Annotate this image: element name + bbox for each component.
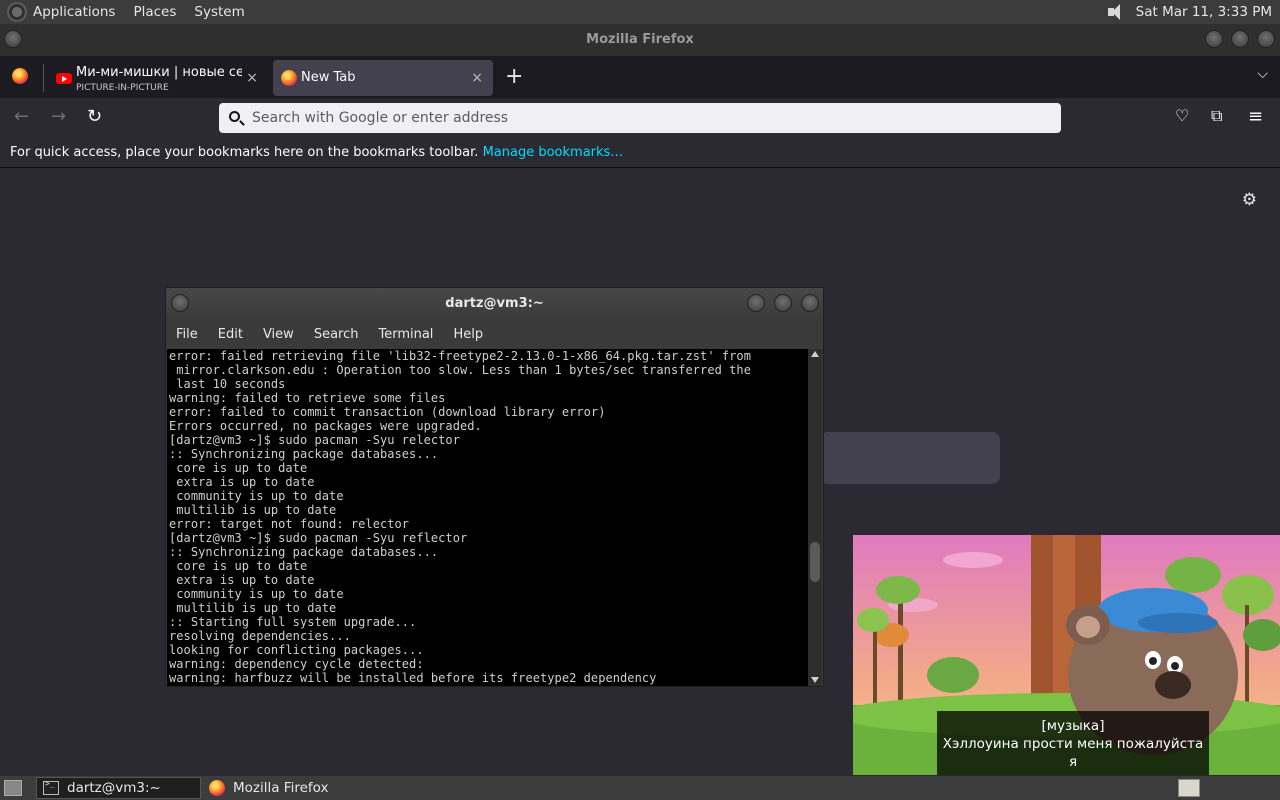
- terminal-line: error: failed to commit transaction (dow…: [169, 405, 606, 419]
- menu-search[interactable]: Search: [314, 327, 359, 342]
- terminal-line: [dartz@vm3 ~]$ sudo pacman -Syu relector: [169, 433, 460, 447]
- minimize-button[interactable]: [1205, 30, 1223, 48]
- terminal-titlebar[interactable]: dartz@vm3:~: [166, 288, 823, 320]
- top-sites-card[interactable]: [820, 432, 1000, 484]
- firefox-view-icon[interactable]: [12, 68, 28, 84]
- terminal-icon: [43, 779, 59, 795]
- new-tab-button[interactable]: +: [505, 64, 523, 89]
- terminal-menu-button[interactable]: [171, 294, 189, 312]
- maximize-button[interactable]: [1231, 30, 1249, 48]
- terminal-maximize-button[interactable]: [774, 294, 792, 312]
- firefox-icon: [281, 70, 297, 86]
- terminal-line: :: Synchronizing package databases...: [169, 545, 439, 559]
- window-title: Mozilla Firefox: [586, 32, 694, 47]
- terminal-window[interactable]: dartz@vm3:~ File Edit View Search Termin…: [165, 287, 824, 687]
- bottom-taskbar: dartz@vm3:~ Mozilla Firefox: [0, 776, 1280, 800]
- terminal-line: warning: failed to retrieve some files: [169, 391, 446, 405]
- video-captions: [музыка] Хэллоуина прости меня пожалуйст…: [937, 711, 1209, 775]
- back-button[interactable]: ←: [14, 106, 29, 127]
- terminal-line: community is up to date: [169, 587, 344, 601]
- extensions-icon[interactable]: ⧉: [1211, 106, 1222, 126]
- terminal-line: :: Starting full system upgrade...: [169, 615, 417, 629]
- scroll-down-icon[interactable]: [811, 677, 819, 683]
- terminal-title: dartz@vm3:~: [445, 296, 544, 311]
- terminal-line: extra is up to date: [169, 573, 315, 587]
- terminal-line: looking for conflicting packages...: [169, 643, 424, 657]
- terminal-line: :: Synchronizing package databases...: [169, 447, 439, 461]
- taskbar-item-label: Mozilla Firefox: [233, 780, 329, 796]
- tab-title: Ми-ми-мишки | новые серии: [76, 65, 242, 80]
- menu-view[interactable]: View: [263, 327, 294, 342]
- show-desktop-icon[interactable]: [4, 780, 22, 796]
- terminal-line: Errors occurred, no packages were upgrad…: [169, 419, 482, 433]
- top-panel: Applications Places System Sat Mar 11, 3…: [0, 0, 1280, 24]
- picture-in-picture-window[interactable]: [музыка] Хэллоуина прости меня пожалуйст…: [853, 535, 1280, 775]
- volume-icon[interactable]: [1106, 2, 1126, 22]
- bookmarks-hint: For quick access, place your bookmarks h…: [10, 145, 479, 160]
- reload-button[interactable]: ↻: [87, 106, 102, 127]
- address-placeholder: Search with Google or enter address: [252, 110, 509, 126]
- terminal-line: last 10 seconds: [169, 377, 286, 391]
- search-icon: [229, 111, 240, 122]
- tab-title: New Tab: [301, 70, 356, 85]
- caption-line: [музыка]: [1041, 718, 1105, 734]
- taskbar-item-firefox[interactable]: Mozilla Firefox: [203, 777, 335, 799]
- bookmarks-toolbar: For quick access, place your bookmarks h…: [0, 138, 1280, 168]
- taskbar-item-terminal[interactable]: dartz@vm3:~: [36, 777, 201, 799]
- terminal-line: warning: harfbuzz will be installed befo…: [169, 671, 657, 685]
- terminal-scrollbar[interactable]: [808, 349, 822, 686]
- system-menu[interactable]: System: [194, 4, 244, 20]
- terminal-output[interactable]: error: failed retrieving file 'lib32-fre…: [167, 349, 809, 686]
- terminal-line: warning: dependency cycle detected:: [169, 657, 424, 671]
- menu-file[interactable]: File: [176, 327, 198, 342]
- tab-new-tab[interactable]: New Tab ×: [273, 60, 493, 96]
- workspace-switcher-icon[interactable]: [1178, 779, 1200, 797]
- terminal-line: community is up to date: [169, 489, 344, 503]
- applications-menu[interactable]: Applications: [33, 4, 115, 20]
- terminal-line: extra is up to date: [169, 475, 315, 489]
- close-window-button[interactable]: [1257, 30, 1275, 48]
- menu-terminal[interactable]: Terminal: [378, 327, 433, 342]
- terminal-line: core is up to date: [169, 559, 308, 573]
- terminal-line: resolving dependencies...: [169, 629, 351, 643]
- menu-edit[interactable]: Edit: [218, 327, 243, 342]
- manage-bookmarks-link[interactable]: Manage bookmarks…: [483, 145, 624, 160]
- list-all-tabs-icon[interactable]: ⌵: [1257, 66, 1268, 82]
- youtube-icon: [56, 73, 72, 84]
- terminal-line: core is up to date: [169, 461, 308, 475]
- caption-line: Хэллоуина прости меня пожалуйста я: [942, 736, 1204, 770]
- gear-icon[interactable]: ⚙: [1242, 190, 1257, 210]
- nav-bar: ← → ↻ Search with Google or enter addres…: [0, 98, 1280, 138]
- distro-logo-icon[interactable]: [7, 2, 27, 22]
- clock[interactable]: Sat Mar 11, 3:33 PM: [1136, 4, 1272, 20]
- firefox-icon: [209, 780, 225, 796]
- tab-subtitle: PICTURE-IN-PICTURE: [76, 83, 169, 93]
- terminal-line: mirror.clarkson.edu : Operation too slow…: [169, 363, 751, 377]
- tab-youtube[interactable]: Ми-ми-мишки | новые серии PICTURE-IN-PIC…: [48, 60, 268, 96]
- terminal-line: multilib is up to date: [169, 503, 337, 517]
- terminal-line: error: target not found: relector: [169, 517, 410, 531]
- app-menu-icon[interactable]: ≡: [1248, 106, 1263, 127]
- pocket-icon[interactable]: ♡: [1175, 106, 1189, 125]
- close-tab-icon[interactable]: ×: [471, 70, 483, 86]
- terminal-line: multilib is up to date: [169, 601, 337, 615]
- terminal-line: [dartz@vm3 ~]$ sudo pacman -Syu reflecto…: [169, 531, 468, 545]
- tab-divider: [43, 64, 44, 92]
- terminal-line: error: failed retrieving file 'lib32-fre…: [169, 349, 751, 363]
- scrollbar-thumb[interactable]: [810, 542, 820, 582]
- address-bar[interactable]: Search with Google or enter address: [219, 103, 1061, 133]
- close-tab-icon[interactable]: ×: [246, 70, 258, 86]
- window-menu-button[interactable]: [4, 30, 22, 48]
- terminal-close-button[interactable]: [801, 294, 819, 312]
- tab-strip: Ми-ми-мишки | новые серии PICTURE-IN-PIC…: [0, 56, 1280, 98]
- forward-button[interactable]: →: [51, 106, 66, 127]
- scroll-up-icon[interactable]: [811, 351, 819, 357]
- places-menu[interactable]: Places: [133, 4, 176, 20]
- firefox-titlebar: Mozilla Firefox: [0, 24, 1280, 56]
- menu-help[interactable]: Help: [453, 327, 483, 342]
- terminal-minimize-button[interactable]: [747, 294, 765, 312]
- terminal-menubar: File Edit View Search Terminal Help: [166, 320, 823, 348]
- taskbar-item-label: dartz@vm3:~: [67, 780, 161, 796]
